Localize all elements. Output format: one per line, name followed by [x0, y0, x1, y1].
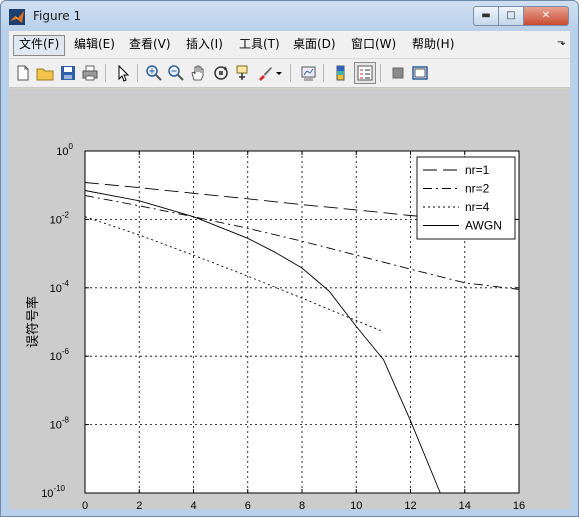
y-tick-label: 10-8 — [50, 416, 70, 432]
menu-insert[interactable]: 插入(I) — [181, 35, 228, 54]
new-figure-icon[interactable] — [13, 63, 33, 83]
brush-dropdown-icon[interactable] — [274, 63, 284, 83]
legend-entry-label: nr=2 — [465, 182, 490, 196]
figure-client-area: 文件(F) 编辑(E) 查看(V) 插入(I) 工具(T) 桌面(D) 窗口(W… — [9, 31, 570, 516]
menu-edit[interactable]: 编辑(E) — [69, 35, 120, 54]
save-icon[interactable] — [58, 63, 78, 83]
title-bar[interactable]: Figure 1 ▬ □ ✕ — [1, 1, 578, 33]
x-tick-label: 8 — [299, 500, 305, 509]
x-tick-label: 2 — [136, 500, 142, 509]
pan-hand-icon[interactable] — [188, 63, 208, 83]
zoom-in-icon[interactable] — [144, 63, 164, 83]
brush-icon[interactable] — [255, 63, 275, 83]
menu-bar: 文件(F) 编辑(E) 查看(V) 插入(I) 工具(T) 桌面(D) 窗口(W… — [9, 31, 570, 59]
link-plot-icon[interactable] — [299, 63, 319, 83]
y-tick-label: 10-4 — [50, 279, 70, 295]
legend-entry-label: nr=4 — [465, 200, 490, 214]
rotate-3d-icon[interactable] — [211, 63, 231, 83]
toolbar-separator — [105, 64, 106, 82]
zoom-out-icon[interactable] — [166, 63, 186, 83]
close-button[interactable]: ✕ — [523, 6, 569, 26]
figure-canvas: 024681012141610010-210-410-610-810-10信噪比… — [9, 89, 570, 516]
window-title: Figure 1 — [33, 9, 82, 23]
data-cursor-icon[interactable] — [233, 63, 253, 83]
x-tick-label: 14 — [459, 500, 471, 509]
colorbar-icon[interactable] — [331, 63, 351, 83]
pointer-icon[interactable] — [113, 63, 133, 83]
x-tick-label: 10 — [350, 500, 362, 509]
hide-plot-tools-icon[interactable] — [388, 63, 408, 83]
maximize-button[interactable]: □ — [498, 6, 524, 26]
legend-entry-label: AWGN — [465, 219, 502, 233]
legend-icon[interactable] — [354, 62, 376, 84]
menu-help[interactable]: 帮助(H) — [407, 35, 459, 54]
open-folder-icon[interactable] — [35, 63, 55, 83]
x-tick-label: 6 — [245, 500, 251, 509]
legend-entry-label: nr=1 — [465, 163, 490, 177]
toolbar-separator — [380, 64, 381, 82]
y-axis-label: 误符号率 — [25, 296, 40, 348]
minimize-button[interactable]: ▬ — [473, 6, 499, 26]
menu-window[interactable]: 窗口(W) — [346, 35, 401, 54]
print-icon[interactable] — [80, 63, 100, 83]
y-tick-label: 10-6 — [50, 347, 70, 363]
y-tick-label: 10-10 — [41, 484, 65, 500]
menu-overflow-icon[interactable]: ⬎ — [557, 37, 565, 48]
x-tick-label: 0 — [82, 500, 88, 509]
show-plot-tools-icon[interactable] — [410, 63, 430, 83]
menu-view[interactable]: 查看(V) — [124, 35, 176, 54]
y-tick-label: 10-2 — [50, 210, 70, 226]
menu-desktop[interactable]: 桌面(D) — [288, 35, 341, 54]
x-tick-label: 16 — [513, 500, 525, 509]
menu-file[interactable]: 文件(F) — [13, 35, 66, 56]
x-tick-label: 12 — [404, 500, 416, 509]
chart-svg[interactable]: 024681012141610010-210-410-610-810-10信噪比… — [9, 89, 570, 516]
toolbar-separator — [137, 64, 138, 82]
matlab-logo-icon — [9, 9, 25, 25]
figure-window: Figure 1 ▬ □ ✕ 文件(F) 编辑(E) 查看(V) 插入(I) 工… — [0, 0, 579, 517]
y-tick-label: 100 — [56, 142, 73, 158]
x-tick-label: 4 — [190, 500, 196, 509]
toolbar-separator — [323, 64, 324, 82]
toolbar-separator — [290, 64, 291, 82]
menu-tools[interactable]: 工具(T) — [234, 35, 285, 54]
figure-toolbar — [9, 59, 570, 88]
